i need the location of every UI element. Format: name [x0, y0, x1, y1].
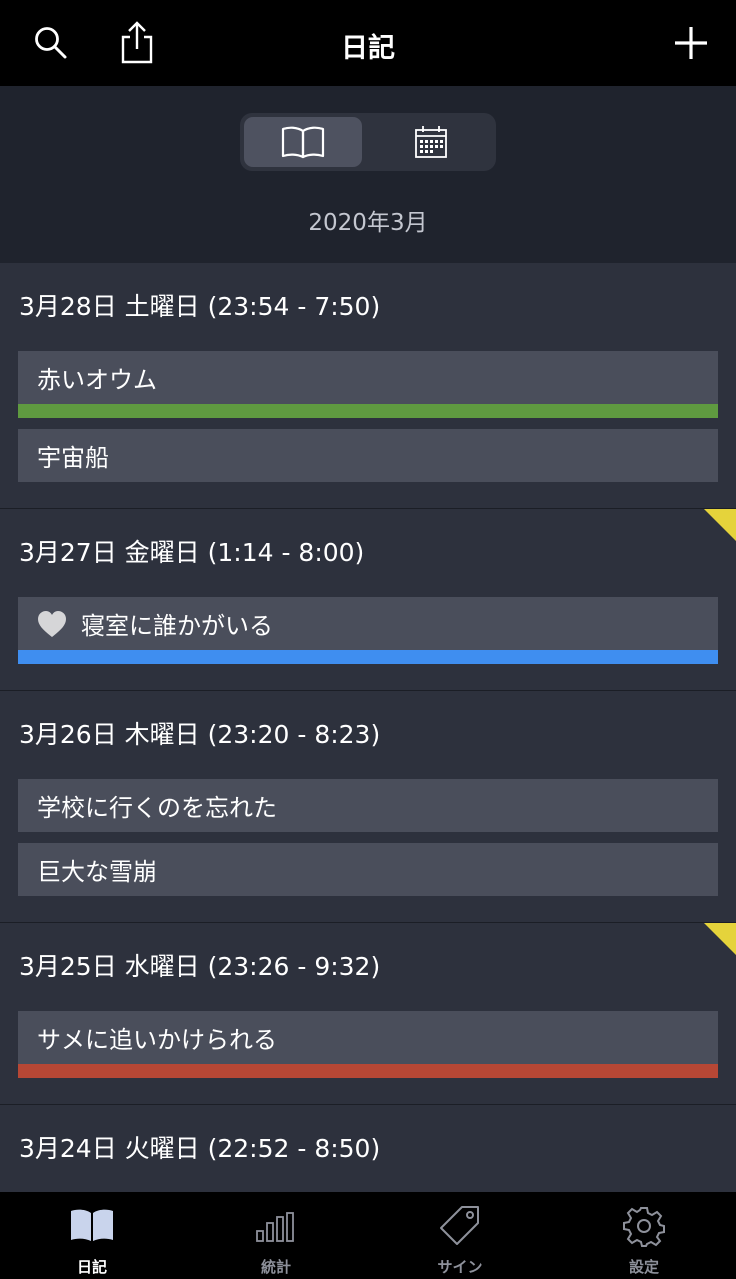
- bar-chart-icon: [256, 1212, 294, 1242]
- dream-label: 寝室に誰かがいる: [81, 612, 273, 640]
- day-entry[interactable]: 3月27日 金曜日 (1:14 - 8:00) 寝室に誰かがいる: [0, 509, 736, 691]
- day-entry[interactable]: 3月24日 火曜日 (22:52 - 8:50): [0, 1105, 736, 1192]
- day-title: 3月25日 水曜日 (23:26 - 9:32): [19, 952, 381, 981]
- dream-color-bar: [18, 650, 718, 664]
- list-view-tab[interactable]: [244, 117, 362, 167]
- tab-label: 日記: [76, 1258, 107, 1276]
- book-icon: [71, 1209, 113, 1241]
- day-title: 3月26日 木曜日 (23:20 - 8:23): [19, 720, 381, 749]
- plus-icon: [675, 27, 707, 59]
- tab-label: 設定: [628, 1258, 659, 1276]
- tab-journal[interactable]: 日記: [0, 1192, 184, 1279]
- dream-label: サメに追いかけられる: [37, 1026, 277, 1054]
- gear-icon: [623, 1207, 665, 1247]
- open-book-icon: [281, 126, 325, 159]
- page-title: 日記: [341, 33, 395, 64]
- tab-statistics[interactable]: 統計: [184, 1192, 368, 1279]
- dream-label: 学校に行くのを忘れた: [37, 794, 277, 822]
- dream-color-bar: [18, 404, 718, 418]
- flag-corner-marker: [704, 923, 736, 955]
- day-title: 3月28日 土曜日 (23:54 - 7:50): [19, 292, 381, 321]
- tab-bar: 日記 統計 サイン 設定: [0, 1192, 736, 1279]
- flag-corner-marker: [704, 509, 736, 541]
- tab-label: 統計: [260, 1258, 291, 1276]
- day-title: 3月24日 火曜日 (22:52 - 8:50): [19, 1134, 381, 1163]
- dream-item[interactable]: 巨大な雪崩: [18, 843, 718, 896]
- tab-settings[interactable]: 設定: [552, 1192, 736, 1279]
- journal-entries-list[interactable]: 3月28日 土曜日 (23:54 - 7:50) 赤いオウム宇宙船 3月27日 金曜…: [0, 263, 736, 1192]
- day-title: 3月27日 金曜日 (1:14 - 8:00): [19, 538, 365, 567]
- month-label: 2020年3月: [308, 210, 428, 236]
- dream-label: 宇宙船: [37, 444, 109, 472]
- dream-item[interactable]: サメに追いかけられる: [18, 1011, 718, 1078]
- dream-item[interactable]: 寝室に誰かがいる: [18, 597, 718, 664]
- view-mode-segmented-control: [240, 113, 496, 171]
- dream-item[interactable]: 赤いオウム: [18, 351, 718, 418]
- calendar-view-tab[interactable]: [370, 117, 492, 167]
- journal-header: 2020年3月: [0, 86, 736, 263]
- dream-label: 巨大な雪崩: [37, 858, 157, 886]
- day-entry[interactable]: 3月25日 水曜日 (23:26 - 9:32) サメに追いかけられる: [0, 923, 736, 1105]
- tab-signs[interactable]: サイン: [368, 1192, 552, 1279]
- day-entry[interactable]: 3月28日 土曜日 (23:54 - 7:50) 赤いオウム宇宙船: [0, 263, 736, 509]
- calendar-icon: [415, 126, 447, 158]
- tab-label: サイン: [437, 1258, 483, 1276]
- navigation-bar: 日記: [0, 0, 736, 86]
- add-entry-button[interactable]: [666, 18, 716, 68]
- tag-icon: [440, 1206, 479, 1245]
- day-entry[interactable]: 3月26日 木曜日 (23:20 - 8:23) 学校に行くのを忘れた 巨大な雪崩: [0, 691, 736, 923]
- heart-icon: [37, 610, 67, 638]
- dream-item[interactable]: 宇宙船: [18, 429, 718, 482]
- dream-color-bar: [18, 1064, 718, 1078]
- dream-label: 赤いオウム: [37, 366, 157, 394]
- dream-item[interactable]: 学校に行くのを忘れた: [18, 779, 718, 832]
